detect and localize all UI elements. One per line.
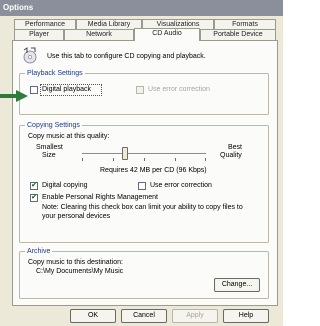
archive-title: Archive [25,247,53,256]
slider-tick [113,158,114,161]
tab-portable-device[interactable]: Portable Device [200,29,276,40]
change-button[interactable]: Change... [214,278,260,292]
enable-prm-checkbox[interactable]: ✔ [30,194,38,202]
digital-copying-label[interactable]: Digital copying [42,181,88,190]
quality-slider-thumb[interactable] [122,147,129,160]
note-line-2: your personal devices [42,213,111,220]
help-button[interactable]: Help [223,309,269,323]
tab-network[interactable]: Network [64,29,134,40]
requires-label: Requires 42 MB per CD (96 Kbps) [100,167,207,174]
slider-tick [175,158,176,161]
intro-text: Use this tab to configure CD copying and… [47,53,206,60]
options-dialog: Options Performance Media Library Visual… [0,0,283,326]
copy-quality-label: Copy music at this quality: [28,133,110,140]
copying-settings-title: Copying Settings [25,121,82,130]
apply-button: Apply [172,309,218,323]
dialog-title: Options [0,0,283,16]
slider-tick [82,158,83,161]
enable-prm-label[interactable]: Enable Personal Rights Management [42,193,158,202]
cancel-button[interactable]: Cancel [121,309,167,323]
note-line-1: Note: Clearing this check box can limit … [42,204,243,211]
cd-music-icon [23,47,37,64]
tab-player[interactable]: Player [14,29,64,40]
playback-error-correction-checkbox [136,86,144,94]
copy-error-correction-label[interactable]: Use error correction [150,181,212,190]
archive-group: Archive Copy music to this destination: … [19,247,269,299]
cd-audio-panel: Use this tab to configure CD copying and… [12,40,278,306]
archive-path: C:\My Documents\My Music [36,268,124,275]
ok-button[interactable]: OK [70,309,116,323]
tab-row-front: Player Network CD Audio Portable Device [14,28,276,41]
copying-settings-group: Copying Settings Copy music at this qual… [19,121,269,243]
tab-cd-audio[interactable]: CD Audio [134,28,200,41]
quality-slider-track[interactable] [82,153,206,155]
digital-playback-checkbox[interactable] [30,86,38,94]
digital-playback-label[interactable]: Digital playback [42,85,91,94]
playback-settings-group: Playback Settings Digital playback Use e… [19,69,269,115]
digital-copying-checkbox[interactable]: ✔ [30,182,38,190]
copy-destination-label: Copy music to this destination: [28,259,123,266]
playback-error-correction-label: Use error correction [148,86,210,93]
pointer-arrow-icon [0,90,28,102]
slider-tick [205,158,206,161]
copy-error-correction-checkbox[interactable] [138,182,146,190]
playback-settings-title: Playback Settings [25,69,85,78]
quality-label: Quality [220,152,242,159]
slider-tick [144,158,145,161]
size-label: Size [42,152,56,159]
